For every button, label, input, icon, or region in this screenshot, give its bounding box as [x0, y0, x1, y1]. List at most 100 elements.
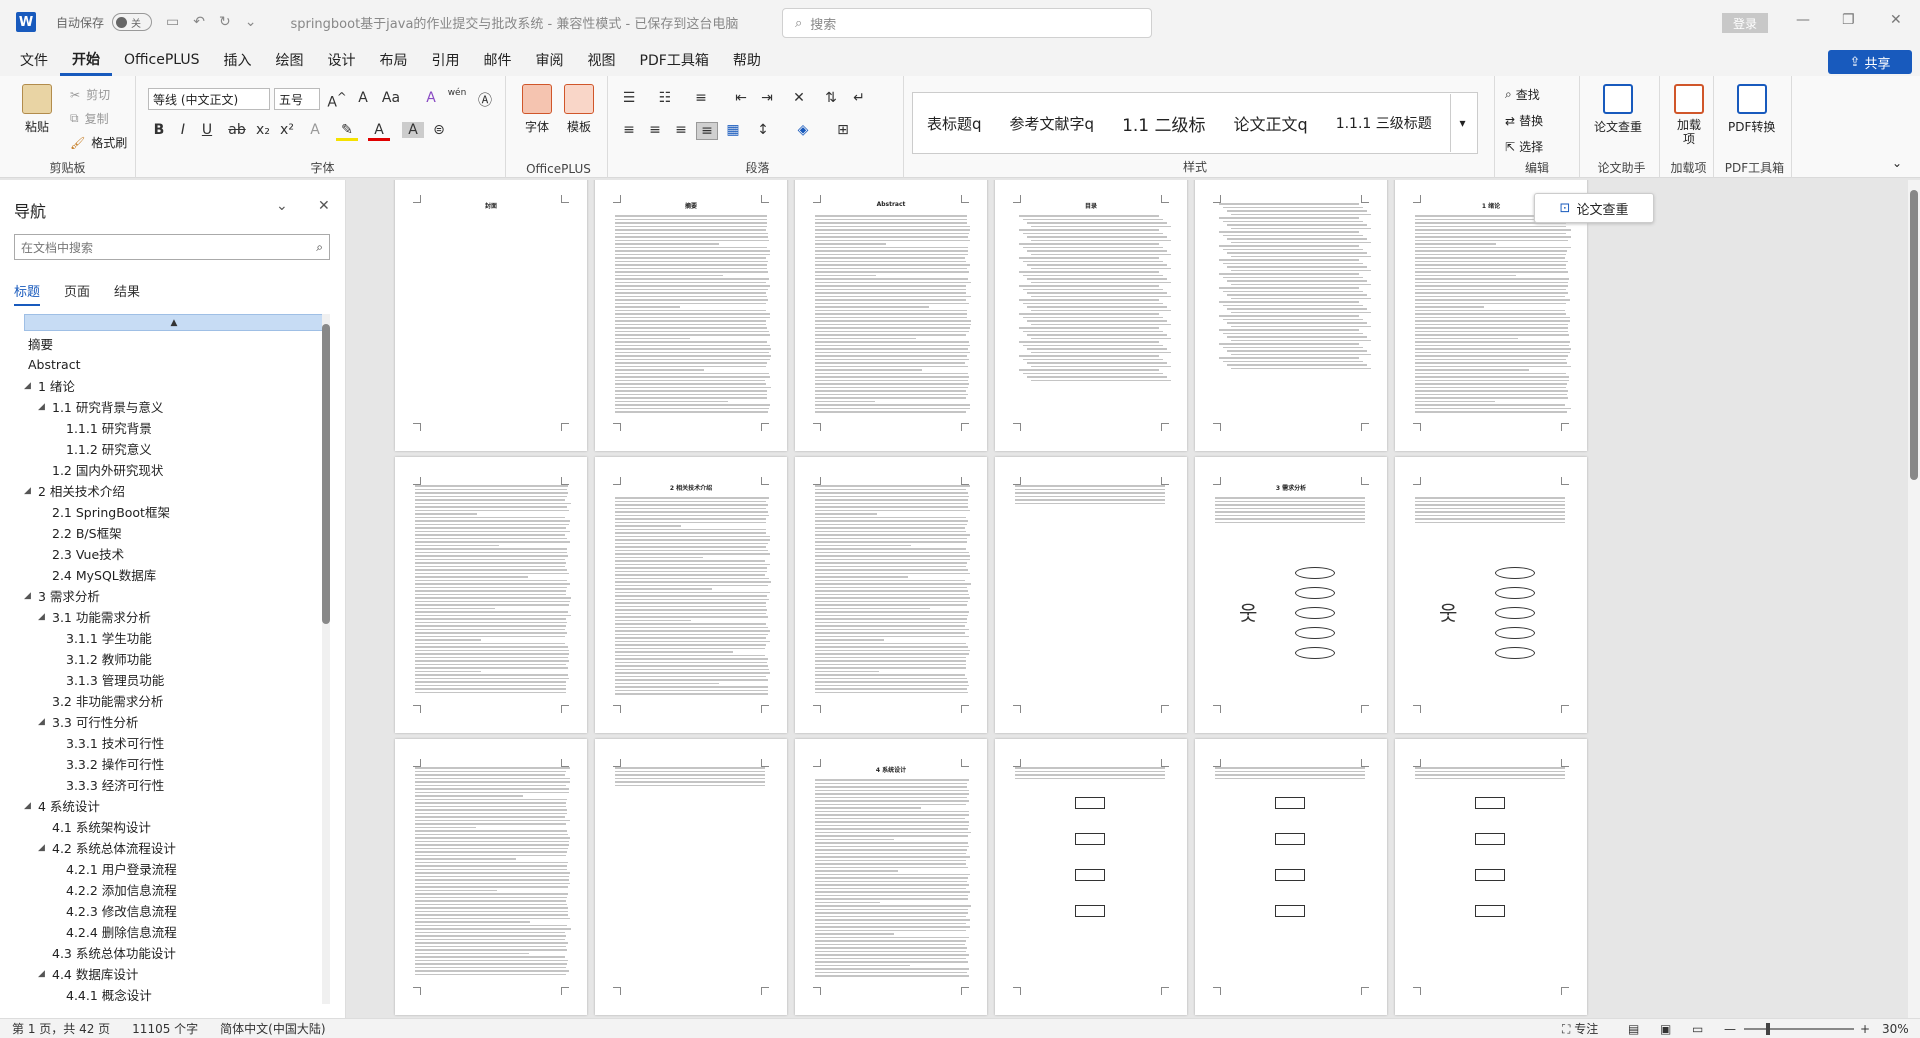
focus-button[interactable]: ⛶ 专注 [1562, 1020, 1598, 1037]
styles-gallery[interactable]: 表标题q 参考文献字q 1.1 二级标 论文正文q 1.1.1 三级标题 [912, 92, 1478, 154]
nav-heading-item[interactable]: 2.2 B/S框架 [24, 522, 324, 543]
styles-more-icon[interactable]: ▾ [1450, 94, 1474, 152]
justify-icon[interactable]: ≡ [696, 122, 718, 140]
redo-icon[interactable]: ↻ [219, 14, 231, 30]
select-button[interactable]: ⇱ 选择 [1505, 138, 1543, 155]
format-painter-button[interactable]: 🖌 格式刷 [70, 134, 127, 151]
nav-options-icon[interactable]: ⌄ [276, 198, 288, 214]
collapse-arrow-icon[interactable]: ◢ [38, 612, 52, 622]
subscript-icon[interactable]: x₂ [252, 122, 274, 138]
enclose-char-icon[interactable]: ⊜ [428, 122, 450, 138]
nav-heading-item[interactable]: 2.3 Vue技术 [24, 543, 324, 564]
tree-scroll-up-icon[interactable]: ▲ [24, 314, 324, 331]
menu-help[interactable]: 帮助 [721, 44, 773, 76]
align-center-icon[interactable]: ≡ [644, 122, 666, 138]
tab-headings[interactable]: 标题 [14, 281, 41, 306]
paste-button[interactable]: 粘贴 [22, 84, 52, 135]
pdf-convert-button[interactable]: PDF转换 [1728, 84, 1775, 135]
replace-button[interactable]: ⇄ 替换 [1505, 112, 1543, 129]
font-color-icon[interactable]: A [368, 122, 390, 141]
word-count[interactable]: 11105 个字 [132, 1020, 198, 1037]
web-layout-icon[interactable]: ▭ [1692, 1022, 1703, 1036]
nav-heading-item[interactable]: 1.1.1 研究背景 [24, 417, 324, 438]
collapse-arrow-icon[interactable]: ◢ [24, 486, 38, 496]
nav-scroll-thumb[interactable] [322, 324, 330, 624]
nav-search-input[interactable]: 在文档中搜索 ⌕ [14, 234, 330, 260]
menu-officeplus[interactable]: OfficePLUS [112, 44, 212, 76]
officeplus-font-button[interactable]: 字体 [522, 84, 552, 135]
thesis-check-button[interactable]: 论文查重 [1594, 84, 1642, 135]
menu-draw[interactable]: 绘图 [264, 44, 316, 76]
nav-heading-item[interactable]: ◢ 3 需求分析 [24, 585, 324, 606]
show-marks-icon[interactable]: ↵ [848, 90, 870, 106]
nav-heading-item[interactable]: ◢ 4.4 数据库设计 [24, 963, 324, 984]
style-heading-2[interactable]: 1.1 二级标 [1108, 111, 1219, 136]
close-icon[interactable]: ✕ [1890, 12, 1902, 28]
borders-icon[interactable]: ⊞ [832, 122, 854, 138]
collapse-arrow-icon[interactable]: ◢ [24, 591, 38, 601]
nav-heading-item[interactable]: ◢ 2 相关技术介绍 [24, 480, 324, 501]
grow-font-icon[interactable]: A^ [326, 90, 348, 111]
copy-button[interactable]: ⧉ 复制 [70, 110, 109, 127]
document-page[interactable] [1395, 739, 1587, 1015]
collapse-arrow-icon[interactable]: ◢ [38, 969, 52, 979]
document-page[interactable]: 3 需求分析 웃 [1195, 457, 1387, 733]
char-border-icon[interactable]: Ⓐ [474, 90, 496, 110]
document-page[interactable] [995, 457, 1187, 733]
font-name-select[interactable]: 等线 (中文正文) [148, 88, 270, 110]
shrink-font-icon[interactable]: A [352, 90, 374, 106]
addin-button[interactable]: 加载项 [1674, 84, 1704, 146]
collapse-ribbon-icon[interactable]: ⌄ [1892, 156, 1902, 170]
nav-heading-item[interactable]: ◢ 3.3 可行性分析 [24, 711, 324, 732]
style-heading-3[interactable]: 1.1.1 三级标题 [1322, 113, 1446, 133]
print-layout-icon[interactable]: ▣ [1660, 1022, 1671, 1036]
save-icon[interactable]: ▭ [166, 14, 179, 30]
floating-thesis-check-button[interactable]: ⊡ 论文查重 [1534, 193, 1654, 223]
document-page[interactable]: 2 相关技术介绍 [595, 457, 787, 733]
nav-heading-item[interactable]: ◢ 1.1 研究背景与意义 [24, 396, 324, 417]
nav-heading-item[interactable]: 2.1 SpringBoot框架 [24, 501, 324, 522]
bold-icon[interactable]: B [148, 122, 170, 138]
nav-heading-item[interactable]: 3.1.2 教师功能 [24, 648, 324, 669]
nav-heading-item[interactable]: 2.4 MySQL数据库 [24, 564, 324, 585]
nav-heading-item[interactable]: ◢ 4 系统设计 [24, 795, 324, 816]
document-page[interactable] [995, 739, 1187, 1015]
menu-pdf-tools[interactable]: PDF工具箱 [628, 44, 721, 76]
collapse-arrow-icon[interactable]: ◢ [24, 381, 38, 391]
read-mode-icon[interactable]: ▤ [1628, 1022, 1639, 1036]
tab-results[interactable]: 结果 [114, 281, 140, 306]
align-left-icon[interactable]: ≡ [618, 122, 640, 138]
align-right-icon[interactable]: ≡ [670, 122, 692, 138]
nav-heading-item[interactable]: ◢ 4.2 系统总体流程设计 [24, 837, 324, 858]
numbering-icon[interactable]: ☷ [654, 90, 676, 106]
nav-heading-item[interactable]: 3.3.1 技术可行性 [24, 732, 324, 753]
document-page[interactable] [395, 739, 587, 1015]
multilevel-list-icon[interactable]: ≡ [690, 90, 712, 106]
nav-heading-item[interactable]: 3.1.3 管理员功能 [24, 669, 324, 690]
login-button[interactable]: 登录 [1722, 13, 1768, 33]
document-page[interactable]: Abstract [795, 180, 987, 451]
officeplus-template-button[interactable]: 模板 [564, 84, 594, 135]
line-spacing-icon[interactable]: ↕ [752, 122, 774, 138]
search-icon[interactable]: ⌕ [316, 240, 323, 255]
document-page[interactable] [395, 457, 587, 733]
cut-button[interactable]: ✂ 剪切 [70, 86, 110, 103]
nav-close-icon[interactable]: ✕ [318, 198, 330, 214]
document-page[interactable]: 目录 [995, 180, 1187, 451]
share-button[interactable]: ⇪ 共享 [1828, 50, 1912, 74]
collapse-arrow-icon[interactable]: ◢ [38, 717, 52, 727]
decrease-indent-icon[interactable]: ⇤ [730, 90, 752, 106]
style-table-title[interactable]: 表标题q [913, 113, 996, 134]
nav-heading-item[interactable]: 4.3 系统总体功能设计 [24, 942, 324, 963]
document-scrollbar[interactable] [1908, 180, 1920, 1018]
nav-heading-item[interactable]: 4.2.1 用户登录流程 [24, 858, 324, 879]
phonetic-guide-icon[interactable]: wén [446, 88, 468, 98]
nav-heading-item[interactable]: ◢ 1 绪论 [24, 375, 324, 396]
document-page[interactable] [1195, 180, 1387, 451]
clear-format-icon[interactable]: A [420, 90, 442, 106]
distributed-icon[interactable]: ▦ [722, 122, 744, 138]
nav-scrollbar[interactable] [322, 314, 330, 1004]
text-effects-icon[interactable]: A [304, 122, 326, 138]
nav-heading-item[interactable]: 4.2.3 修改信息流程 [24, 900, 324, 921]
italic-icon[interactable]: I [172, 122, 194, 138]
